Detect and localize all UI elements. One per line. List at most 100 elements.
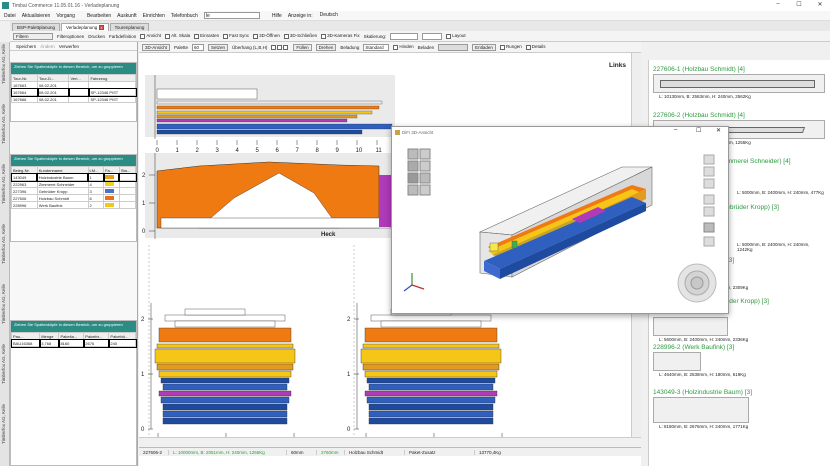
rear-stack-left[interactable] (158, 370, 292, 378)
3d-viewport[interactable] (392, 137, 728, 313)
close-button[interactable]: ✕ (815, 1, 825, 8)
rear-stack-left[interactable] (158, 327, 292, 343)
table-row[interactable]: 167663 08.02.201 (10, 81, 136, 89)
check-3d-open[interactable]: 3D-Öffnen (253, 33, 280, 39)
side-load-magenta[interactable] (379, 175, 391, 227)
side-label[interactable]: Timberfox AG, Kelle (1, 284, 9, 324)
check-3d-close[interactable]: 3D-Schließen (283, 33, 317, 39)
col-height[interactable]: Pakethö... (108, 332, 136, 340)
list-item[interactable]: 143049-3 (Holzindustrie Baum) [3] L: 8180… (653, 389, 825, 429)
menu-edit[interactable]: Bearbeiten (87, 13, 111, 19)
check-fast-sync[interactable]: Fast Sync (223, 33, 249, 39)
discard-button[interactable]: Verwerfen (59, 44, 79, 49)
menu-file[interactable]: Datei (4, 13, 16, 19)
load-bar[interactable] (156, 114, 358, 119)
menu-help[interactable]: Hilfe (272, 13, 282, 19)
scale-select-2[interactable] (422, 32, 443, 40)
dialog-close-button[interactable]: ✕ (716, 127, 721, 134)
menu-phonebook[interactable]: Telefonbuch (171, 13, 198, 19)
rear-stack-left[interactable] (162, 383, 288, 391)
col-vehicle[interactable]: Fahrzeug (88, 74, 136, 82)
col-doc-no[interactable]: Beleg-Nr. (11, 166, 38, 174)
dialog-minimize-button[interactable]: – (674, 127, 677, 133)
rungen-check[interactable]: Rungen (499, 44, 522, 50)
col-width[interactable]: Paketbr... (83, 332, 110, 340)
overhang-checks[interactable] (271, 44, 289, 50)
col-package[interactable]: Pau... (10, 332, 41, 340)
rear-stack-right[interactable] (368, 403, 494, 411)
tab-tourenplanung[interactable]: Tourenplanung (109, 23, 150, 31)
check-layout[interactable]: Layout (446, 33, 466, 39)
rear-stack-right[interactable] (362, 363, 500, 371)
hide-check[interactable]: Hinden (393, 44, 414, 50)
rear-stack-right[interactable] (368, 383, 494, 391)
scale-select[interactable] (390, 32, 419, 40)
unload-button[interactable]: Entladen (472, 43, 496, 51)
load-bar[interactable] (156, 118, 348, 123)
fill-button[interactable]: Füllen (293, 43, 312, 51)
table-row[interactable]: BAU16368 3,768 8160 2676 240 (10, 338, 137, 348)
check-snap[interactable]: Einrasten (194, 33, 219, 39)
list-item[interactable]: (Gebrüder Kropp) [3] (719, 204, 825, 211)
loading-select[interactable]: Standard (363, 43, 390, 51)
rear-stack-left[interactable] (164, 314, 286, 322)
rear-stack-right[interactable] (364, 370, 498, 378)
col-customer[interactable]: Kundenname (36, 166, 89, 174)
rear-stack-left[interactable] (156, 363, 294, 371)
col-tour-no[interactable]: Tour-Nr. (10, 74, 39, 82)
rear-stack-right[interactable] (362, 343, 500, 349)
table-row[interactable]: 227396 Gebrüder Kropp 3 (11, 187, 137, 195)
navigation-wheel[interactable] (677, 263, 717, 303)
col-loader[interactable]: Verl... (68, 74, 90, 82)
side-label[interactable]: Timberfox AG, Kelle (1, 164, 9, 204)
list-item[interactable]: 228996-2 (Werk Baufink) [3] L: 4640mm, B:… (653, 344, 825, 377)
list-item[interactable]: 227606-1 (Holzbau Schmidt) [4] L: 10130mm… (653, 66, 825, 99)
load-bar[interactable] (156, 88, 258, 100)
rear-stack-left[interactable] (174, 320, 276, 328)
rear-stack-right[interactable] (368, 410, 494, 418)
change-button[interactable]: Ändern (40, 44, 55, 49)
minimize-button[interactable]: – (773, 1, 783, 7)
tab-close-icon[interactable]: x (99, 25, 104, 30)
side-label[interactable]: Timberfox AG, Kelle (1, 344, 9, 384)
maximize-button[interactable]: ☐ (794, 1, 804, 8)
phonebook-input[interactable]: le (203, 12, 260, 19)
rear-stack-left[interactable] (156, 343, 294, 349)
rear-stack-left[interactable] (162, 417, 288, 425)
col-lm[interactable]: LM... (87, 166, 105, 174)
load-bar[interactable] (156, 110, 373, 115)
load-bar[interactable] (156, 123, 393, 130)
rear-stack-right[interactable] (370, 314, 492, 322)
col-status[interactable]: Sta... (118, 166, 137, 174)
rear-stack-right[interactable] (368, 417, 494, 425)
check-alt-scale[interactable]: Alt. Skala (165, 33, 190, 39)
tab-verladeplanung[interactable]: Verladeplanung x (61, 23, 109, 31)
col-tour-date[interactable]: Tour-D... (37, 74, 70, 82)
load-bar[interactable] (156, 100, 383, 105)
save-button[interactable]: Speichern (16, 44, 36, 49)
load-bar[interactable] (156, 105, 380, 110)
menu-setup[interactable]: Einrichten (143, 13, 165, 19)
3d-view-button[interactable]: 3D-Ansicht (142, 43, 171, 51)
list-item[interactable]: (Zimmerei Schneider) [4] (719, 158, 825, 165)
rotate-button[interactable]: Drehen (315, 43, 337, 51)
set-button[interactable]: Setzen (208, 43, 229, 51)
check-view[interactable]: Ansicht (140, 33, 161, 39)
rear-stack-right[interactable] (366, 396, 496, 404)
load-button[interactable]: Beladen (418, 45, 435, 50)
rear-stack-right[interactable] (380, 320, 482, 328)
color-definition-button[interactable]: Farbdefinition (109, 34, 136, 39)
side-label[interactable]: Timberfox AG, Kelle (1, 44, 9, 84)
table-row[interactable]: 167666 08.02.201 SP-12346 PIST (10, 95, 136, 103)
table-row[interactable]: 227606 Holzbau Schmidt 6 (11, 194, 137, 202)
rear-stack-left[interactable] (154, 348, 296, 364)
display-language-select[interactable]: Deutsch (318, 12, 361, 19)
table-row[interactable]: 143049 Holzindustrie Baum 1 (10, 172, 137, 182)
menu-process[interactable]: Vorgang (56, 13, 75, 19)
filter-options-button[interactable]: Filteroptionen (57, 34, 84, 39)
side-label[interactable]: Timberfox AG, Kelle (1, 404, 9, 444)
col-color[interactable]: Fa... (103, 166, 120, 174)
rear-stack-left[interactable] (184, 308, 246, 316)
check-3d-camera-fix[interactable]: 3D-Kameras Fix (321, 33, 360, 39)
tab-bsp-palettplanung[interactable]: BSP-Palettplanung (12, 23, 61, 31)
